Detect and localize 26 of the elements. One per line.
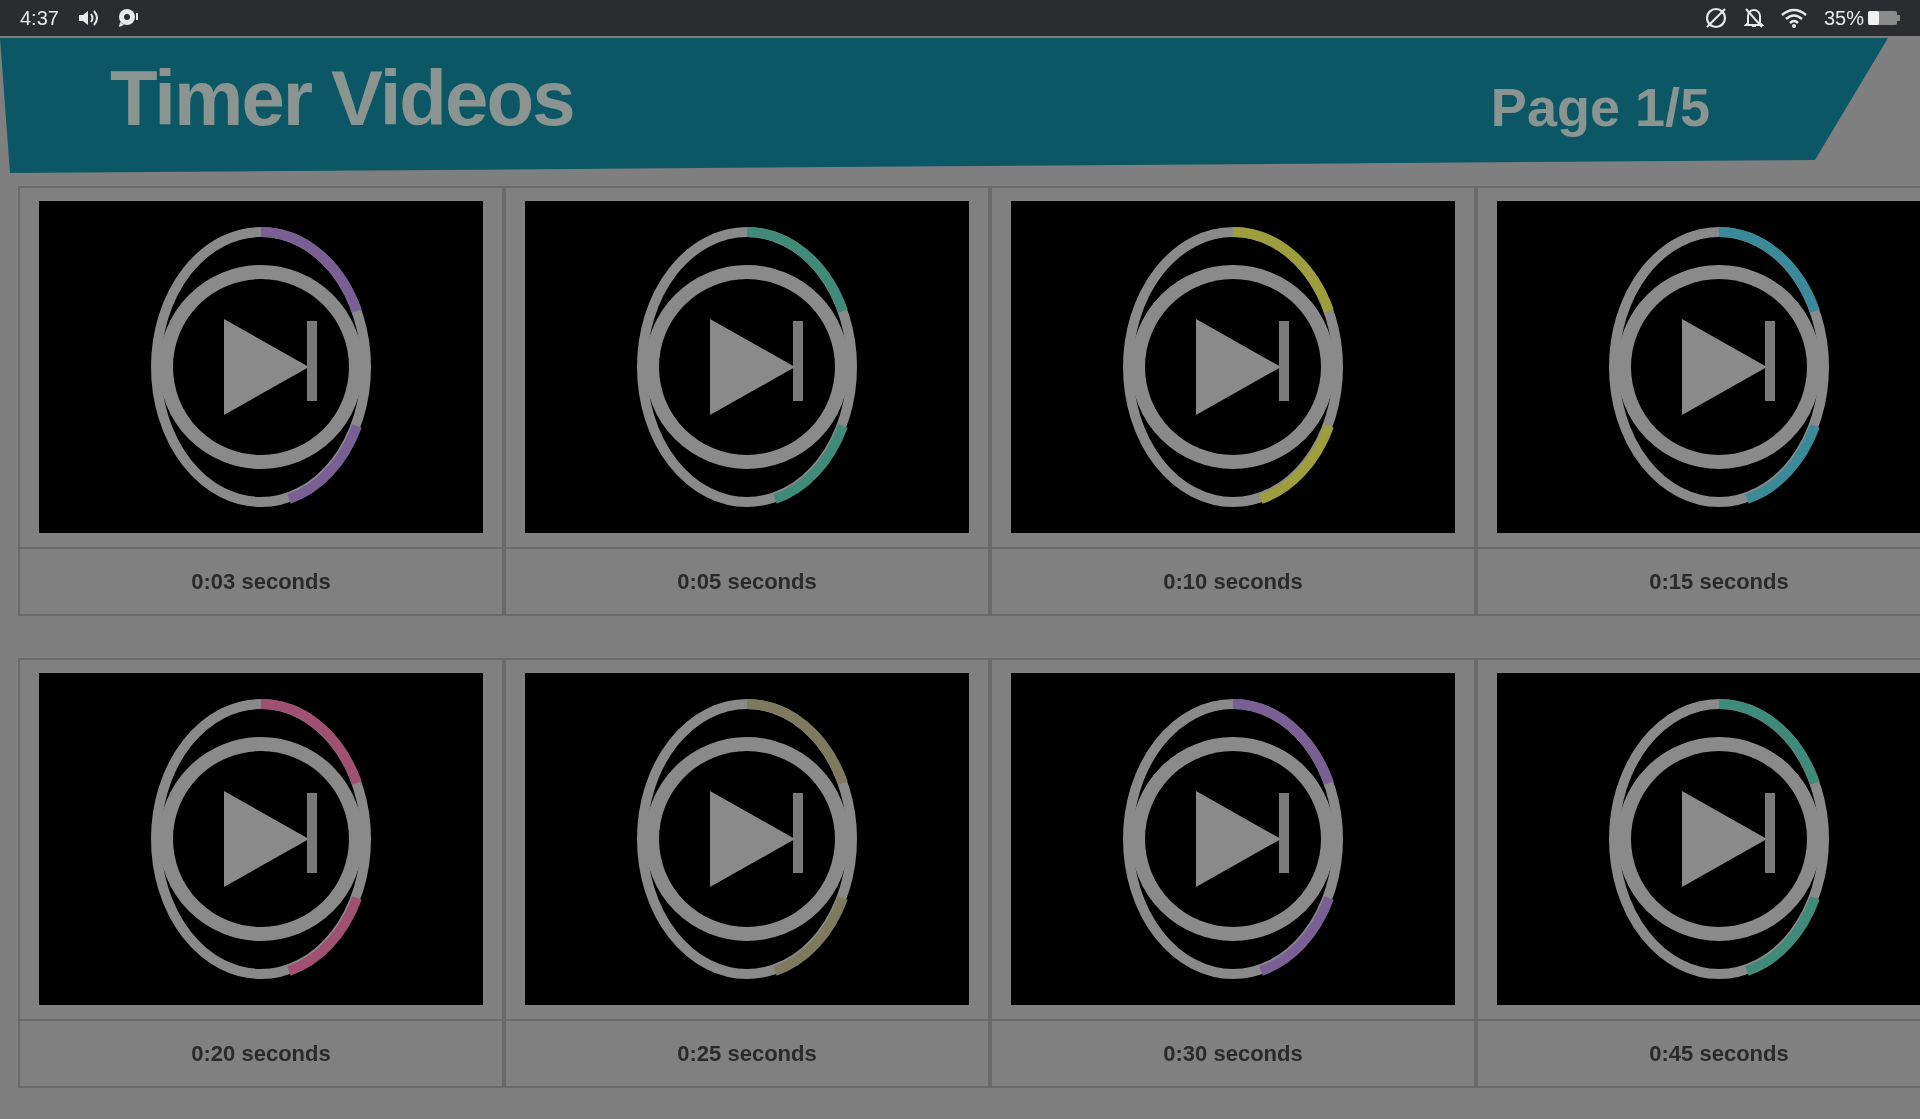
video-tile[interactable]: 0:05 seconds bbox=[504, 186, 990, 616]
page-number: Page 1/5 bbox=[1490, 75, 1710, 139]
battery-percent: 35% bbox=[1823, 6, 1864, 31]
video-tile[interactable]: 0:25 seconds bbox=[504, 658, 990, 1088]
volume-icon bbox=[76, 8, 99, 28]
video-tile[interactable]: 0:45 seconds bbox=[1476, 658, 1920, 1088]
page-title: Timer Videos bbox=[110, 52, 574, 144]
video-tile[interactable]: 0:10 seconds bbox=[990, 186, 1476, 616]
video-caption: 0:10 seconds bbox=[1163, 568, 1303, 596]
video-caption: 0:15 seconds bbox=[1649, 568, 1789, 596]
video-tile[interactable]: 0:03 seconds bbox=[18, 186, 504, 616]
video-tile[interactable]: 0:30 seconds bbox=[990, 658, 1476, 1088]
video-caption: 0:05 seconds bbox=[677, 568, 817, 596]
sync-off-icon bbox=[1703, 6, 1728, 30]
clock-time: 4:37 bbox=[20, 6, 59, 31]
video-tile[interactable]: 0:20 seconds bbox=[18, 658, 504, 1088]
chat-icon bbox=[116, 8, 139, 28]
video-caption: 0:20 seconds bbox=[191, 1040, 331, 1068]
battery-icon bbox=[1868, 10, 1900, 26]
video-caption: 0:30 seconds bbox=[1163, 1040, 1303, 1068]
video-tile[interactable]: 0:15 seconds bbox=[1476, 186, 1920, 616]
video-caption: 0:45 seconds bbox=[1649, 1040, 1789, 1068]
video-caption: 0:25 seconds bbox=[677, 1040, 817, 1068]
wifi-icon bbox=[1779, 7, 1808, 29]
video-caption: 0:03 seconds bbox=[191, 568, 331, 596]
notifications-off-icon bbox=[1743, 7, 1764, 29]
